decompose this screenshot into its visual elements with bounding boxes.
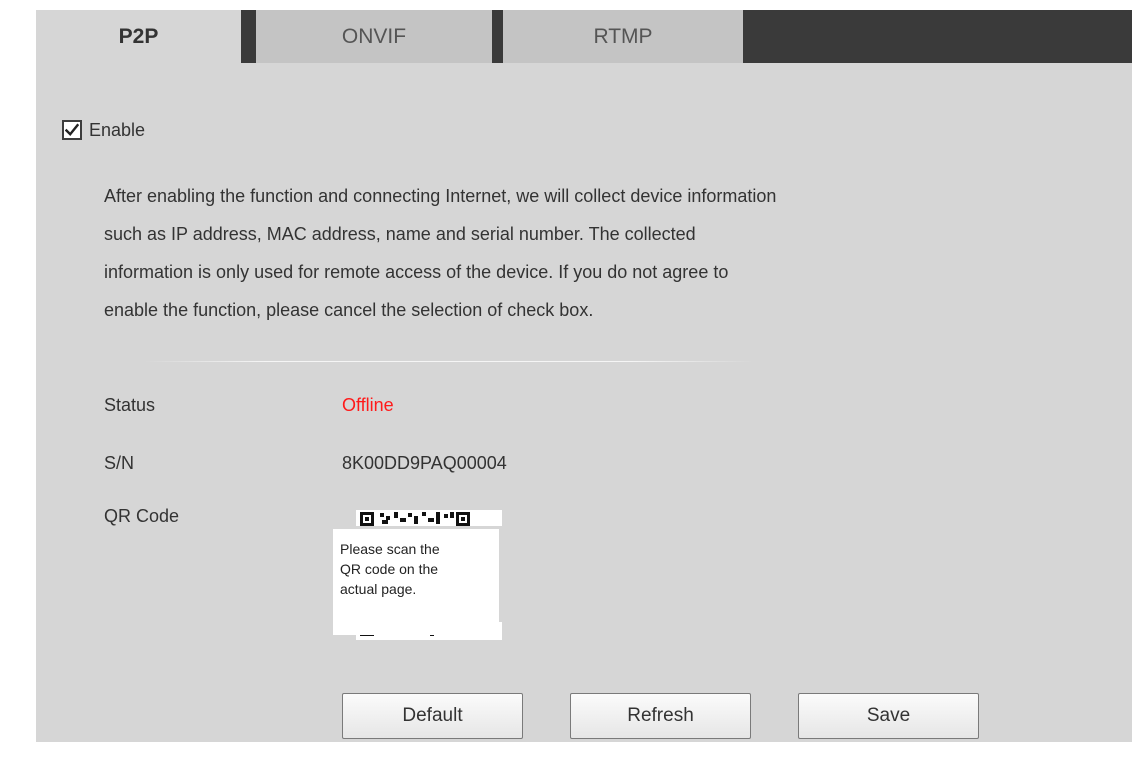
qr-code-label: QR Code <box>104 506 180 526</box>
qr-code-notice: Please scan the QR code on the actual pa… <box>333 529 499 635</box>
serial-number-label: S/N <box>104 453 135 473</box>
description-line: information is only used for remote acce… <box>104 262 729 282</box>
serial-number-value: 8K00DD9PAQ00004 <box>342 453 507 473</box>
tab-rtmp[interactable]: RTMP <box>503 10 743 63</box>
description-line: After enabling the function and connecti… <box>104 186 777 206</box>
qr-pattern-top <box>360 512 470 526</box>
status-value: Offline <box>342 395 394 415</box>
default-button[interactable]: Default <box>342 693 523 739</box>
save-button[interactable]: Save <box>798 693 979 739</box>
enable-label: Enable <box>89 119 146 140</box>
description-line: such as IP address, MAC address, name an… <box>104 224 696 244</box>
status-label: Status <box>104 395 156 415</box>
tab-onvif[interactable]: ONVIF <box>256 10 492 63</box>
qr-code-top-strip <box>356 510 502 526</box>
privacy-description: After enabling the function and connecti… <box>104 177 1024 329</box>
enable-checkbox[interactable] <box>62 120 82 140</box>
qr-notice-line: QR code on the <box>340 561 439 577</box>
checkmark-icon <box>65 123 79 136</box>
enable-row[interactable]: Enable <box>62 117 145 143</box>
section-divider <box>144 361 754 362</box>
tab-bar: P2P ONVIF RTMP <box>36 10 1132 63</box>
qr-notice-line: actual page. <box>340 581 417 597</box>
qr-notice-line: Please scan the <box>340 541 440 557</box>
refresh-button[interactable]: Refresh <box>570 693 751 739</box>
tab-p2p[interactable]: P2P <box>36 10 241 63</box>
description-line: enable the function, please cancel the s… <box>104 300 594 320</box>
p2p-settings-panel: P2P ONVIF RTMP Enable After enabling the… <box>36 10 1132 742</box>
